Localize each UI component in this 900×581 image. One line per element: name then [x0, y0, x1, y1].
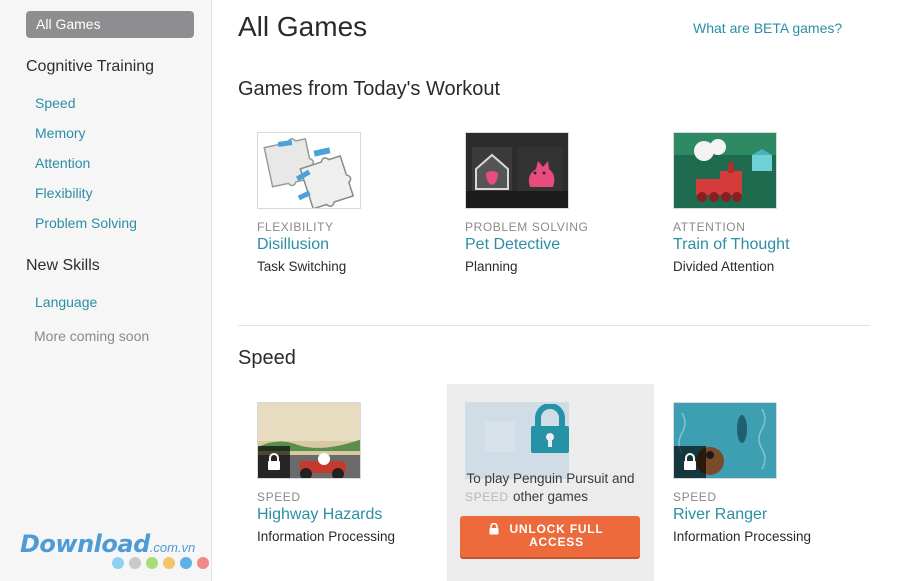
game-category: ATTENTION — [673, 220, 746, 234]
sidebar-item-memory[interactable]: Memory — [35, 125, 86, 141]
game-category: FLEXIBILITY — [257, 220, 334, 234]
house-cat-icon — [466, 133, 568, 208]
sidebar-item-flexibility[interactable]: Flexibility — [35, 185, 93, 201]
lock-icon — [674, 446, 706, 478]
watermark-text: Download — [20, 530, 150, 558]
game-skill: Task Switching — [257, 259, 347, 274]
unlock-full-access-button[interactable]: UNLOCK FULL ACCESS — [460, 516, 640, 557]
sidebar-item-problem-solving[interactable]: Problem Solving — [35, 215, 137, 231]
section-title-speed: Speed — [238, 347, 296, 369]
game-thumbnail-river-ranger[interactable] — [673, 402, 777, 479]
game-skill: Divided Attention — [673, 259, 775, 274]
watermark-logo: Download.com.vn — [20, 530, 209, 569]
sidebar-heading-new-skills: New Skills — [26, 257, 100, 274]
page-title: All Games — [238, 11, 368, 42]
game-thumbnail-highway-hazards[interactable] — [257, 402, 361, 479]
game-thumbnail-train-of-thought[interactable] — [673, 132, 777, 209]
train-icon — [674, 133, 776, 208]
sidebar-item-attention[interactable]: Attention — [35, 155, 90, 171]
game-name-disillusion[interactable]: Disillusion — [257, 236, 329, 254]
locked-game-card-penguin-pursuit[interactable]: SPEED To play Penguin Pursuit and other … — [447, 384, 654, 581]
watermark-dots — [112, 557, 209, 569]
game-skill: Planning — [465, 259, 518, 274]
game-name-highway-hazards[interactable]: Highway Hazards — [257, 506, 382, 524]
sidebar: All Games Cognitive Training Speed Memor… — [0, 0, 212, 581]
game-name-train-of-thought[interactable]: Train of Thought — [673, 236, 790, 254]
game-category: SPEED — [673, 490, 717, 504]
game-category: SPEED — [257, 490, 301, 504]
game-skill: Information Processing — [673, 529, 812, 544]
game-skill: Information Processing — [257, 529, 396, 544]
section-divider — [238, 325, 870, 326]
beta-games-link[interactable]: What are BETA games? — [693, 20, 842, 36]
watermark-suffix: .com.vn — [149, 540, 196, 555]
sidebar-item-language[interactable]: Language — [35, 294, 97, 310]
large-lock-icon — [529, 403, 571, 459]
unlock-button-label: UNLOCK FULL ACCESS — [509, 522, 604, 549]
game-thumbnail-pet-detective[interactable] — [465, 132, 569, 209]
puzzle-pieces-icon — [258, 133, 360, 208]
locked-message: To play Penguin Pursuit and other games — [466, 471, 635, 504]
sidebar-more-coming-soon: More coming soon — [34, 328, 150, 344]
game-category: PROBLEM SOLVING — [465, 220, 589, 234]
game-thumbnail-disillusion[interactable] — [257, 132, 361, 209]
sidebar-item-speed[interactable]: Speed — [35, 95, 75, 111]
section-title-todays-workout: Games from Today's Workout — [238, 78, 501, 100]
game-name-river-ranger[interactable]: River Ranger — [673, 506, 767, 524]
game-name-pet-detective[interactable]: Pet Detective — [465, 236, 560, 254]
sidebar-item-all-games[interactable]: All Games — [26, 11, 194, 38]
lock-icon — [258, 446, 290, 478]
button-lock-icon — [489, 522, 498, 535]
sidebar-heading-cognitive-training: Cognitive Training — [26, 58, 155, 75]
